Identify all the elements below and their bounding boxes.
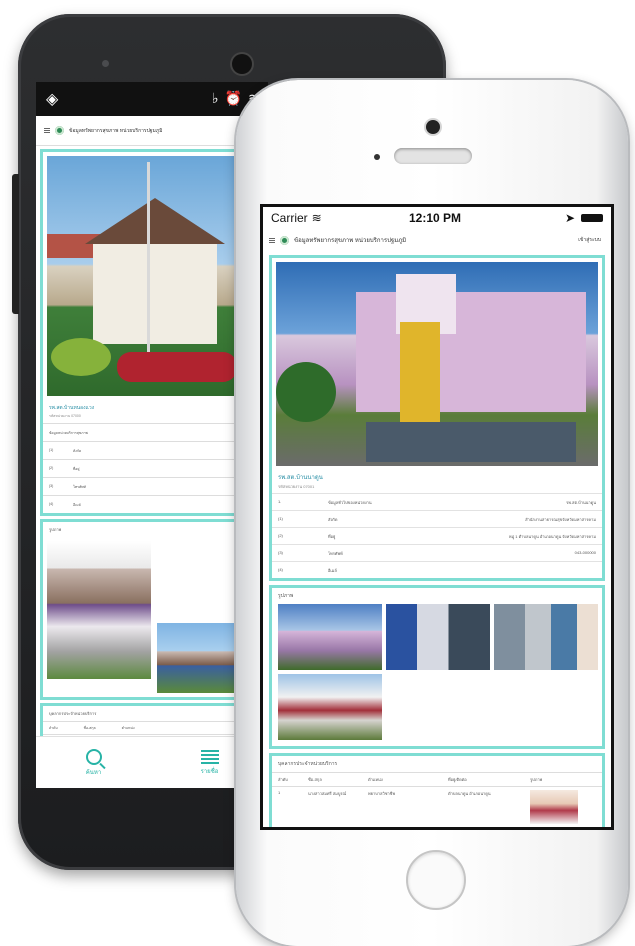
android-status-bar: ◈ ♭ ⏰ ≋ bbox=[36, 82, 268, 116]
logo-icon bbox=[55, 126, 64, 135]
location-arrow-icon: ➤ bbox=[564, 211, 575, 225]
info-row: (3) โทรศัพท์ bbox=[43, 477, 261, 495]
info-heading-row: ข้อมูลหน่วยบริการสุขภาพ bbox=[43, 423, 261, 441]
menu-icon[interactable] bbox=[269, 237, 275, 243]
facility-photo[interactable] bbox=[276, 262, 598, 466]
mute-icon: ♭ bbox=[212, 90, 219, 106]
staff-title: บุคลากรประจำหน่วยบริการ bbox=[49, 711, 97, 716]
nav-search[interactable]: ค้นหา bbox=[85, 748, 102, 777]
info-row: (4) อีเมล์ bbox=[272, 561, 602, 578]
facility-photo[interactable] bbox=[47, 156, 257, 396]
facility-sub: รหัสหน่วยงาน 07001 bbox=[278, 484, 315, 489]
gallery bbox=[43, 537, 261, 697]
staff-card: บุคลากรประจำหน่วยบริการ ลำดับ ชื่อ-สกุล … bbox=[269, 753, 605, 827]
android-speaker bbox=[102, 60, 109, 67]
iphone-earpiece bbox=[394, 148, 472, 164]
info-row: (2) ที่อยู่ bbox=[43, 459, 261, 477]
android-bottom-nav: ค้นหา รายชื่อ bbox=[36, 736, 268, 788]
iphone-status-bar: Carrier ≋ 12:10 PM ➤ bbox=[263, 207, 611, 229]
app-title: ข้อมูลทรัพยากรสุขภาพ หน่วยบริการปฐมภูมิ bbox=[294, 238, 407, 244]
android-camera bbox=[232, 54, 252, 74]
iphone-app-bar: ข้อมูลทรัพยากรสุขภาพ หน่วยบริการปฐมภูมิ … bbox=[263, 229, 611, 251]
info-row: (4) อีเมล์ bbox=[43, 495, 261, 513]
staff-table-header: ลำดับ ชื่อ-สกุล ตำแหน่ง ที่อยู่/ติดต่อ ร… bbox=[272, 772, 602, 787]
info-row: (1) สังกัด bbox=[43, 441, 261, 459]
iphone-camera bbox=[426, 120, 440, 134]
gallery-photo[interactable] bbox=[278, 674, 382, 740]
list-icon bbox=[200, 749, 219, 764]
table-row[interactable]: 1 นางสาวสมศรี สมบูรณ์ พยาบาลวิชาชีพ ตำบล… bbox=[272, 787, 602, 827]
facility-card: รพ.สต.บ้านนาดูน รหัสหน่วยงาน 07001 1. ข้… bbox=[269, 255, 605, 581]
facility-sub: รหัสหน่วยงาน 07000 bbox=[49, 414, 81, 418]
app-title: ข้อมูลทรัพยากรสุขภาพ หน่วยบริการปฐมภูมิ bbox=[69, 127, 163, 134]
home-button[interactable] bbox=[406, 850, 466, 910]
staff-title: บุคลากรประจำหน่วยบริการ bbox=[278, 761, 338, 767]
gallery bbox=[272, 604, 602, 746]
location-icon: ◈ bbox=[46, 91, 59, 108]
gallery-photo[interactable] bbox=[386, 604, 490, 670]
android-side-key bbox=[12, 174, 19, 314]
android-app-bar: ข้อมูลทรัพยากรสุขภาพ หน่วยบริการปฐมภูมิ bbox=[36, 116, 268, 146]
wifi-icon: ≋ bbox=[311, 211, 322, 225]
menu-icon[interactable] bbox=[44, 128, 50, 133]
info-row: (2) ที่อยู่ หมู่ 1 ตำบลนาดูน อำเภอนาดูน … bbox=[272, 527, 602, 544]
facility-card: รพ.สต.บ้านหนองแวง รหัสหน่วยงาน 07000 ข้อ… bbox=[40, 149, 264, 516]
gallery-card: รูปภาพ bbox=[269, 585, 605, 749]
facility-name[interactable]: รพ.สต.บ้านหนองแวง bbox=[43, 400, 261, 412]
gallery-photo[interactable] bbox=[278, 604, 382, 670]
gallery-title: รูปภาพ bbox=[278, 593, 294, 599]
staff-table-header: ลำดับ ชื่อ-สกุล ตำแหน่ง bbox=[43, 721, 261, 735]
gallery-photo[interactable] bbox=[157, 623, 247, 693]
alarm-icon: ⏰ bbox=[224, 90, 243, 106]
nav-list[interactable]: รายชื่อ bbox=[200, 749, 219, 776]
android-screen: ◈ ♭ ⏰ ≋ ข้อมูลทรัพยากรสุขภาพ หน่วยบริการ… bbox=[36, 82, 268, 788]
info-row: 1. ข้อมูลทั่วไปของหน่วยงาน รพ.สต.บ้านนาด… bbox=[272, 493, 602, 510]
search-icon bbox=[85, 748, 102, 765]
gallery-photo[interactable] bbox=[494, 604, 598, 670]
facility-name[interactable]: รพ.สต.บ้านนาดูน bbox=[272, 470, 602, 482]
info-heading: ข้อมูลหน่วยบริการสุขภาพ bbox=[49, 431, 88, 435]
iphone-screen: Carrier ≋ 12:10 PM ➤ ข้อมูลทรัพยากรสุขภา… bbox=[260, 204, 614, 830]
info-row: (3) โทรศัพท์ 043-000000 bbox=[272, 544, 602, 561]
login-link[interactable]: เข้าสู่ระบบ bbox=[578, 236, 601, 244]
clock: 12:10 PM bbox=[409, 211, 462, 225]
info-row: (1) สังกัด สำนักงานสาธารณสุขจังหวัดมหาสา… bbox=[272, 510, 602, 527]
staff-photo[interactable] bbox=[530, 790, 578, 824]
logo-icon bbox=[280, 235, 289, 245]
iphone-sensor bbox=[374, 154, 380, 160]
gallery-photo[interactable] bbox=[47, 541, 151, 679]
battery-icon bbox=[581, 214, 603, 222]
gallery-title: รูปภาพ bbox=[49, 527, 62, 532]
iphone: Carrier ≋ 12:10 PM ➤ ข้อมูลทรัพยากรสุขภา… bbox=[236, 80, 628, 946]
carrier: Carrier bbox=[271, 211, 308, 225]
gallery-card: รูปภาพ bbox=[40, 519, 264, 700]
